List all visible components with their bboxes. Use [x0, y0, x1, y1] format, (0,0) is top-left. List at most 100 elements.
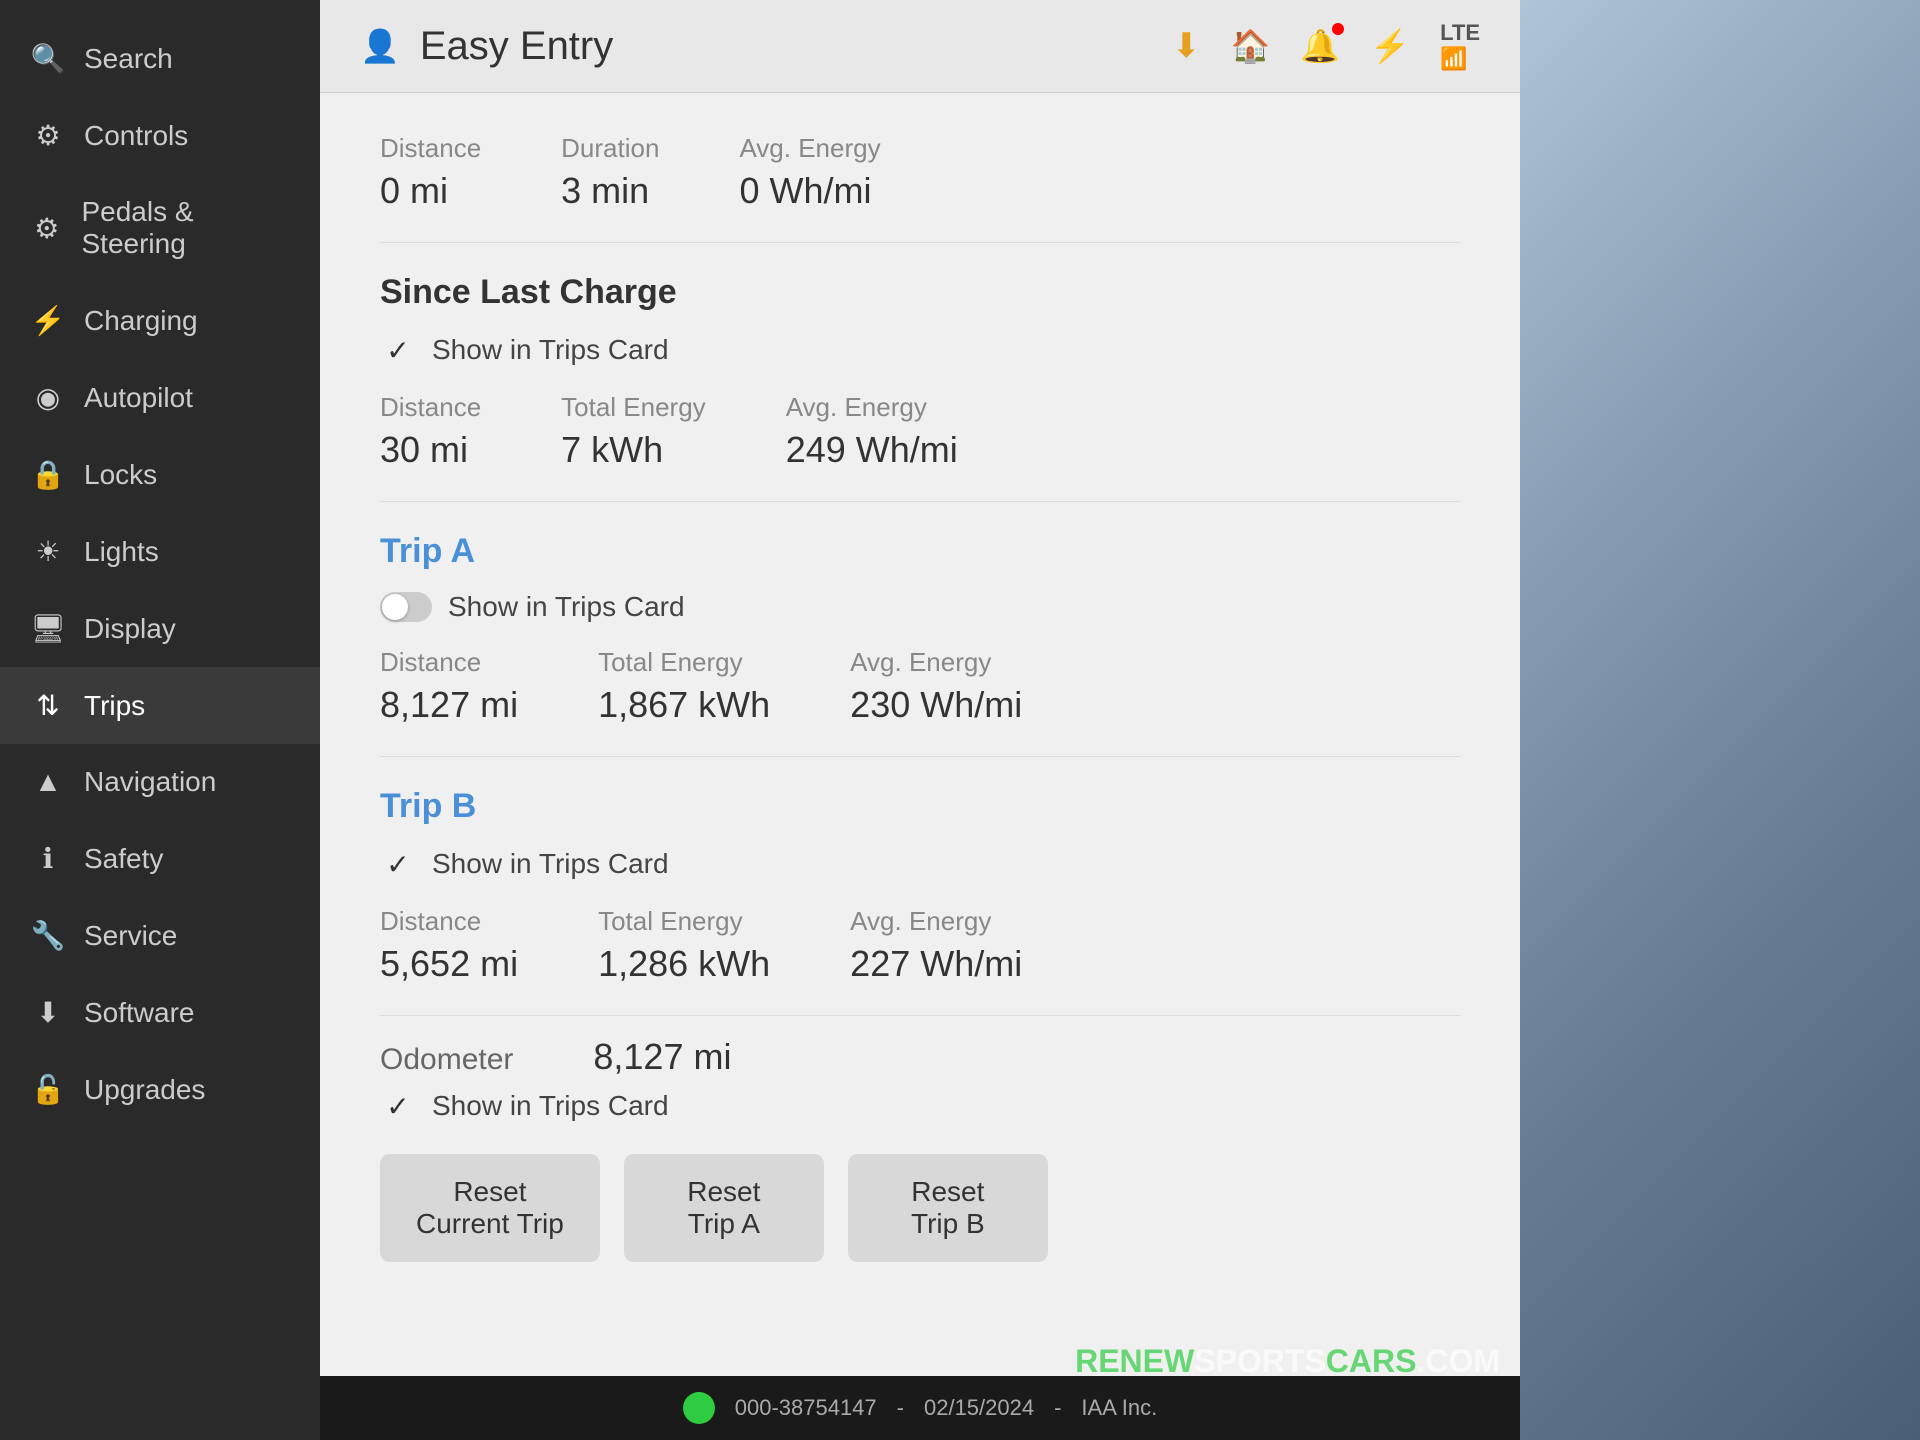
odometer-value: 8,127 mi [593, 1036, 731, 1078]
sidebar-item-autopilot[interactable]: ◉ Autopilot [0, 359, 320, 436]
window-background [1520, 0, 1920, 1440]
trip-b-toggle-label: Show in Trips Card [432, 848, 669, 880]
odometer-section: Odometer 8,127 mi ✓ Show in Trips Card [380, 1036, 1460, 1124]
divider-1 [380, 242, 1460, 243]
reset-buttons-group: ResetCurrent Trip ResetTrip A ResetTrip … [380, 1154, 1460, 1262]
sidebar-item-search[interactable]: 🔍 Search [0, 20, 320, 97]
reset-trip-a-button[interactable]: ResetTrip A [624, 1154, 824, 1262]
current-energy-label: Avg. Energy [739, 133, 880, 164]
slc-avg-energy-label: Avg. Energy [786, 392, 958, 423]
download-icon: ⬇ [1172, 26, 1201, 66]
sidebar: 🔍 Search ⚙ Controls ⚙ Pedals & Steering … [0, 0, 320, 1440]
sidebar-item-trips[interactable]: ⇅ Trips [0, 667, 320, 744]
sidebar-label-search: Search [84, 43, 173, 75]
sidebar-label-upgrades: Upgrades [84, 1074, 205, 1106]
charging-icon: ⚡ [30, 304, 66, 337]
sidebar-item-display[interactable]: 🖥 Display [0, 590, 320, 667]
current-distance-label: Distance [380, 133, 481, 164]
trip-b-toggle-row[interactable]: ✓ Show in Trips Card [380, 846, 1460, 882]
bluetooth-icon: ⚡ [1370, 27, 1410, 65]
sidebar-item-charging[interactable]: ⚡ Charging [0, 282, 320, 359]
sidebar-item-controls[interactable]: ⚙ Controls [0, 97, 320, 174]
bell-icon: 🔔 [1300, 27, 1340, 65]
trip-b-checkmark: ✓ [380, 846, 416, 882]
trip-a-total-energy-value: 1,867 kWh [598, 684, 770, 726]
divider-2 [380, 501, 1460, 502]
trip-a-avg-energy-label: Avg. Energy [850, 647, 1022, 678]
lock-icon: 🔒 [30, 458, 66, 491]
odometer-toggle-row[interactable]: ✓ Show in Trips Card [380, 1088, 1460, 1124]
trip-b-section: Trip B ✓ Show in Trips Card Distance 5,6… [380, 787, 1460, 985]
bottom-bar-company: IAA Inc. [1081, 1395, 1157, 1421]
since-last-charge-title: Since Last Charge [380, 273, 1460, 312]
slc-total-energy-label: Total Energy [561, 392, 706, 423]
current-duration-label: Duration [561, 133, 659, 164]
odometer-label: Odometer [380, 1043, 513, 1077]
bottom-bar-separator1: - [897, 1395, 904, 1421]
trip-a-toggle-switch[interactable] [380, 592, 432, 622]
slc-avg-energy-value: 249 Wh/mi [786, 429, 958, 471]
current-duration-value: 3 min [561, 170, 659, 212]
trip-a-distance-block: Distance 8,127 mi [380, 647, 518, 726]
current-energy-value: 0 Wh/mi [739, 170, 880, 212]
trip-a-total-energy-label: Total Energy [598, 647, 770, 678]
current-distance-value: 0 mi [380, 170, 481, 212]
current-energy-block: Avg. Energy 0 Wh/mi [739, 133, 880, 212]
service-icon: 🔧 [30, 919, 66, 952]
sidebar-label-display: Display [84, 613, 176, 645]
sidebar-label-navigation: Navigation [84, 766, 216, 798]
slc-avg-energy-block: Avg. Energy 249 Wh/mi [786, 392, 958, 471]
sidebar-item-upgrades[interactable]: 🔓 Upgrades [0, 1051, 320, 1128]
sidebar-label-lights: Lights [84, 536, 159, 568]
trip-a-toggle-label: Show in Trips Card [448, 591, 685, 623]
watermark: RENEWSPORTSCARS.COM [1075, 1343, 1500, 1380]
sidebar-item-pedals[interactable]: ⚙ Pedals & Steering [0, 174, 320, 282]
trip-b-distance-block: Distance 5,652 mi [380, 906, 518, 985]
sidebar-label-safety: Safety [84, 843, 163, 875]
trip-a-avg-energy-value: 230 Wh/mi [850, 684, 1022, 726]
current-trip-section: Distance 0 mi Duration 3 min Avg. Energy… [380, 133, 1460, 212]
sidebar-item-navigation[interactable]: ▲ Navigation [0, 744, 320, 820]
profile-icon: 👤 [360, 27, 400, 65]
trip-b-title: Trip B [380, 787, 1460, 826]
safety-icon: ℹ [30, 842, 66, 875]
sidebar-item-locks[interactable]: 🔒 Locks [0, 436, 320, 513]
trip-a-toggle-row[interactable]: Show in Trips Card [380, 591, 1460, 623]
trips-icon: ⇅ [30, 689, 66, 722]
trip-a-distance-value: 8,127 mi [380, 684, 518, 726]
current-duration-block: Duration 3 min [561, 133, 659, 212]
sidebar-item-software[interactable]: ⬇ Software [0, 974, 320, 1051]
sidebar-label-service: Service [84, 920, 177, 952]
reset-trip-b-button[interactable]: ResetTrip B [848, 1154, 1048, 1262]
odometer-checkmark: ✓ [380, 1088, 416, 1124]
sidebar-label-autopilot: Autopilot [84, 382, 193, 414]
current-distance-block: Distance 0 mi [380, 133, 481, 212]
trip-a-toggle-knob [382, 594, 408, 620]
notification-badge [1332, 23, 1344, 35]
trip-b-avg-energy-label: Avg. Energy [850, 906, 1022, 937]
main-panel: 👤 Easy Entry ⬇ 🏠 🔔 ⚡ LTE📶 Distance 0 mi … [320, 0, 1520, 1440]
sidebar-item-service[interactable]: 🔧 Service [0, 897, 320, 974]
trip-b-avg-energy-block: Avg. Energy 227 Wh/mi [850, 906, 1022, 985]
sidebar-item-lights[interactable]: ☀ Lights [0, 513, 320, 590]
since-last-charge-stats: Distance 30 mi Total Energy 7 kWh Avg. E… [380, 392, 1460, 471]
home-icon: 🏠 [1231, 27, 1271, 65]
sidebar-label-trips: Trips [84, 690, 145, 722]
sidebar-label-locks: Locks [84, 459, 157, 491]
trip-b-avg-energy-value: 227 Wh/mi [850, 943, 1022, 985]
display-icon: 🖥 [30, 612, 66, 645]
navigation-icon: ▲ [30, 766, 66, 798]
since-last-charge-toggle-row[interactable]: ✓ Show in Trips Card [380, 332, 1460, 368]
current-trip-stats: Distance 0 mi Duration 3 min Avg. Energy… [380, 133, 1460, 212]
sidebar-item-safety[interactable]: ℹ Safety [0, 820, 320, 897]
trip-b-distance-value: 5,652 mi [380, 943, 518, 985]
trip-a-stats: Distance 8,127 mi Total Energy 1,867 kWh… [380, 647, 1460, 726]
pedals-icon: ⚙ [30, 212, 63, 245]
since-last-charge-toggle-label: Show in Trips Card [432, 334, 669, 366]
odometer-row: Odometer 8,127 mi [380, 1036, 1460, 1078]
reset-current-trip-button[interactable]: ResetCurrent Trip [380, 1154, 600, 1262]
trip-a-energy-block: Total Energy 1,867 kWh [598, 647, 770, 726]
sidebar-label-software: Software [84, 997, 195, 1029]
upgrades-icon: 🔓 [30, 1073, 66, 1106]
trip-b-energy-block: Total Energy 1,286 kWh [598, 906, 770, 985]
